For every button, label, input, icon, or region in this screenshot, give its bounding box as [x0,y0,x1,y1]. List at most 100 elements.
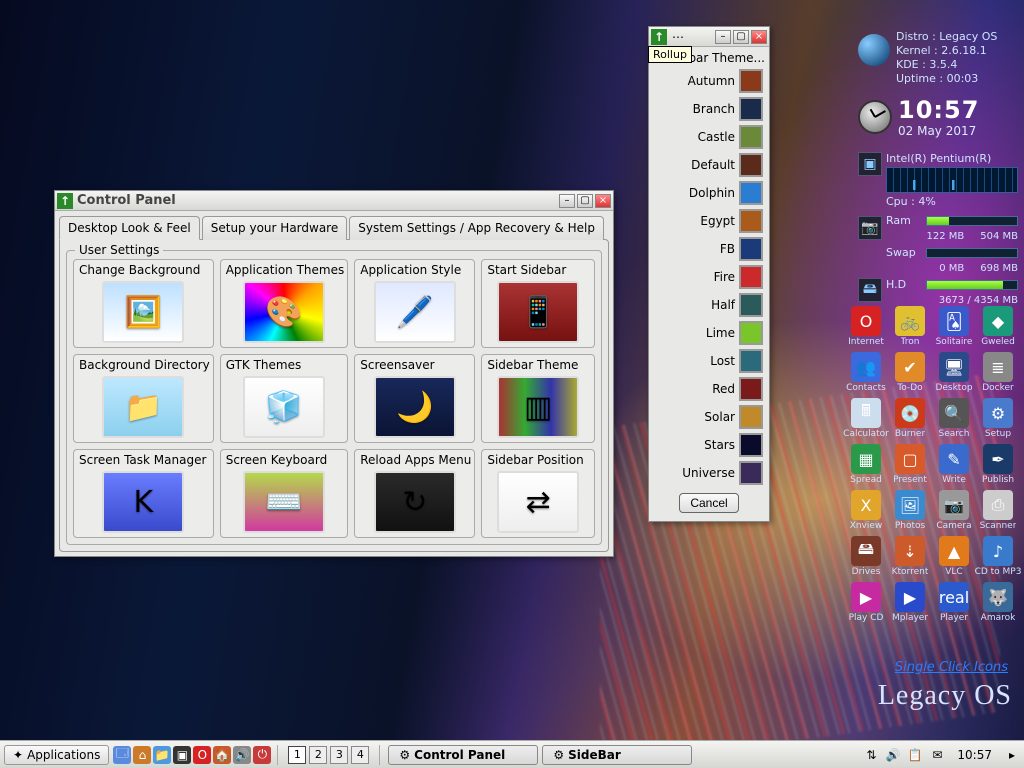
theme-option-fb[interactable]: FB [649,235,769,263]
cp-item-application-style[interactable]: Application Style🖊️ [354,259,475,348]
minimize-button[interactable]: – [559,194,575,208]
arrow-up-icon[interactable]: ↑ [57,193,73,209]
theme-option-default[interactable]: Default [649,151,769,179]
cp-item-reload-apps-menu[interactable]: Reload Apps Menu↻ [354,449,475,538]
cp-item-screen-task-manager[interactable]: Screen Task ManagerK [73,449,214,538]
tray-overflow-icon[interactable]: ▸ [1004,747,1020,763]
cp-item-screen-keyboard[interactable]: Screen Keyboard⌨️ [220,449,349,538]
theme-option-dolphin[interactable]: Dolphin [649,179,769,207]
menu-dots-icon[interactable]: ⋯ [671,30,685,44]
launcher-camera[interactable]: 📷Camera [934,490,974,532]
launcher-player[interactable]: realPlayer [934,582,974,624]
tray-mail-icon[interactable]: ✉ [929,747,945,763]
terminal-icon[interactable]: ▣ [173,746,191,764]
applications-menu-button[interactable]: ✦ Applications [4,745,109,765]
cp-item-application-themes[interactable]: Application Themes🎨 [220,259,349,348]
theme-swatch-icon [739,97,763,121]
pager-desktop-2[interactable]: 2 [309,746,327,764]
launcher-internet[interactable]: OInternet [846,306,886,348]
cp-item-change-background[interactable]: Change Background🖼️ [73,259,214,348]
launcher-spread[interactable]: ▦Spread [846,444,886,486]
pager-desktop-3[interactable]: 3 [330,746,348,764]
theme-option-egypt[interactable]: Egypt [649,207,769,235]
theme-swatch-icon [739,69,763,93]
cp-item-gtk-themes[interactable]: GTK Themes🧊 [220,354,349,443]
cancel-button[interactable]: Cancel [679,493,738,513]
launcher-tron[interactable]: 🚲Tron [890,306,930,348]
launcher-docker[interactable]: ≣Docker [978,352,1018,394]
launcher-calculator[interactable]: 🖩Calculator [846,398,886,440]
minimize-button[interactable]: – [715,30,731,44]
cp-item-icon: 📁 [102,376,184,438]
launcher-icon: ✎ [939,444,969,474]
files-icon[interactable]: 📁 [153,746,171,764]
single-click-link[interactable]: Single Click Icons [895,660,1008,675]
launcher-ktorrent[interactable]: ⇣Ktorrent [890,536,930,578]
theme-option-fire[interactable]: Fire [649,263,769,291]
theme-option-branch[interactable]: Branch [649,95,769,123]
maximize-button[interactable]: ▢ [577,194,593,208]
theme-option-lime[interactable]: Lime [649,319,769,347]
arrow-up-icon[interactable]: ↑ [651,29,667,45]
theme-option-red[interactable]: Red [649,375,769,403]
launcher-play-cd[interactable]: ▶Play CD [846,582,886,624]
browser-icon[interactable]: O [193,746,211,764]
launcher-search[interactable]: 🔍Search [934,398,974,440]
power-icon[interactable]: ⏻ [253,746,271,764]
launcher-drives[interactable]: 🖴Drives [846,536,886,578]
close-button[interactable]: × [595,194,611,208]
launcher-publish[interactable]: ✒Publish [978,444,1018,486]
theme-swatch-icon [739,405,763,429]
pager-desktop-4[interactable]: 4 [351,746,369,764]
cp-item-start-sidebar[interactable]: Start Sidebar📱 [481,259,595,348]
theme-option-universe[interactable]: Universe [649,459,769,487]
launcher-scanner[interactable]: ⎙Scanner [978,490,1018,532]
tab-system-settings[interactable]: System Settings / App Recovery & Help [349,216,604,240]
launcher-xnview[interactable]: XXnview [846,490,886,532]
launcher-photos[interactable]: 🖼Photos [890,490,930,532]
launcher-present[interactable]: ▢Present [890,444,930,486]
launcher-desktop[interactable]: 🖥Desktop [934,352,974,394]
home2-icon[interactable]: 🏠 [213,746,231,764]
launcher-solitaire[interactable]: 🂡Solitaire [934,306,974,348]
home-icon[interactable]: ⌂ [133,746,151,764]
cp-item-sidebar-theme[interactable]: Sidebar Theme▥ [481,354,595,443]
task-control-panel[interactable]: ⚙Control Panel [388,745,538,765]
tab-setup-hardware[interactable]: Setup your Hardware [202,216,347,240]
close-button[interactable]: × [751,30,767,44]
launcher-label: Photos [895,521,925,532]
launcher-mplayer[interactable]: ▶Mplayer [890,582,930,624]
launcher-vlc[interactable]: ▲VLC [934,536,974,578]
control-panel-titlebar[interactable]: ↑ Control Panel – ▢ × [55,191,613,211]
theme-option-castle[interactable]: Castle [649,123,769,151]
theme-option-lost[interactable]: Lost [649,347,769,375]
maximize-button[interactable]: ▢ [733,30,749,44]
tab-desktop-look-feel[interactable]: Desktop Look & Feel [59,216,200,240]
show-desktop-icon[interactable]: 🗔 [113,746,131,764]
launcher-setup[interactable]: ⚙Setup [978,398,1018,440]
cp-item-screensaver[interactable]: Screensaver🌙 [354,354,475,443]
launcher-cd-to-mp3[interactable]: ♪CD to MP3 [978,536,1018,578]
theme-option-stars[interactable]: Stars [649,431,769,459]
sidebar-theme-titlebar[interactable]: ↑ ⋯ – ▢ × [649,27,769,47]
launcher-gweled[interactable]: ◆Gweled [978,306,1018,348]
theme-option-autumn[interactable]: Autumn [649,67,769,95]
theme-option-solar[interactable]: Solar [649,403,769,431]
launcher-label: Calculator [843,429,889,440]
task-sidebar[interactable]: ⚙SideBar [542,745,692,765]
tray-network-icon[interactable]: ⇅ [863,747,879,763]
launcher-write[interactable]: ✎Write [934,444,974,486]
launcher-burner[interactable]: 💿Burner [890,398,930,440]
launcher-contacts[interactable]: 👥Contacts [846,352,886,394]
tray-volume-icon[interactable]: 🔊 [885,747,901,763]
tray-clock[interactable]: 10:57 [957,748,992,762]
theme-option-half[interactable]: Half [649,291,769,319]
launcher-amarok[interactable]: 🐺Amarok [978,582,1018,624]
cp-item-background-directory[interactable]: Background Directory📁 [73,354,214,443]
theme-name: FB [720,242,735,256]
pager-desktop-1[interactable]: 1 [288,746,306,764]
launcher-to-do[interactable]: ✔To-Do [890,352,930,394]
volume-icon[interactable]: 🔊 [233,746,251,764]
tray-clipboard-icon[interactable]: 📋 [907,747,923,763]
cp-item-sidebar-position[interactable]: Sidebar Position⇄ [481,449,595,538]
